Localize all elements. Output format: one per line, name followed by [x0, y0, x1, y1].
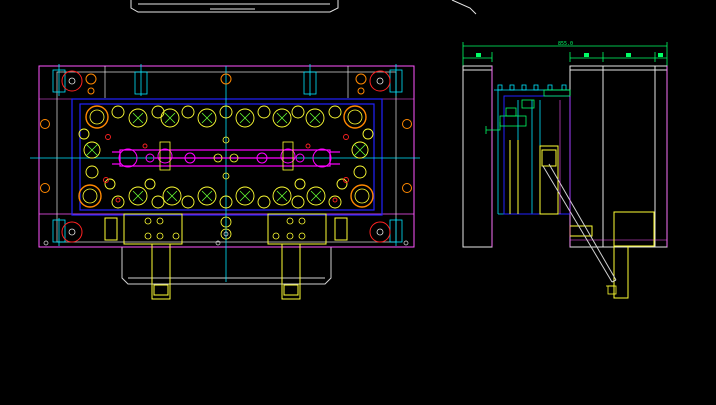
angled-lifter: [542, 163, 617, 283]
left-clamp-plate: [462, 65, 493, 248]
cad-drawing-canvas: 855.0: [30, 0, 668, 300]
dimension-tick-labels: [476, 53, 663, 57]
cavity-block: [71, 98, 383, 216]
cavity-row-top: [111, 105, 342, 128]
core-insert: [494, 89, 570, 215]
side-view: 855.0: [462, 41, 668, 299]
inner-frame: [56, 66, 397, 243]
overall-dimension-label: 855.0: [558, 41, 573, 47]
mold-plate-outline: [38, 65, 415, 248]
plan-view: [30, 64, 420, 300]
detail-blocks: [485, 89, 571, 134]
cavity-row-bottom: [111, 186, 342, 209]
right-plates: [569, 65, 668, 248]
top-partial-frame: [130, 0, 477, 15]
pin-row: [497, 84, 567, 91]
